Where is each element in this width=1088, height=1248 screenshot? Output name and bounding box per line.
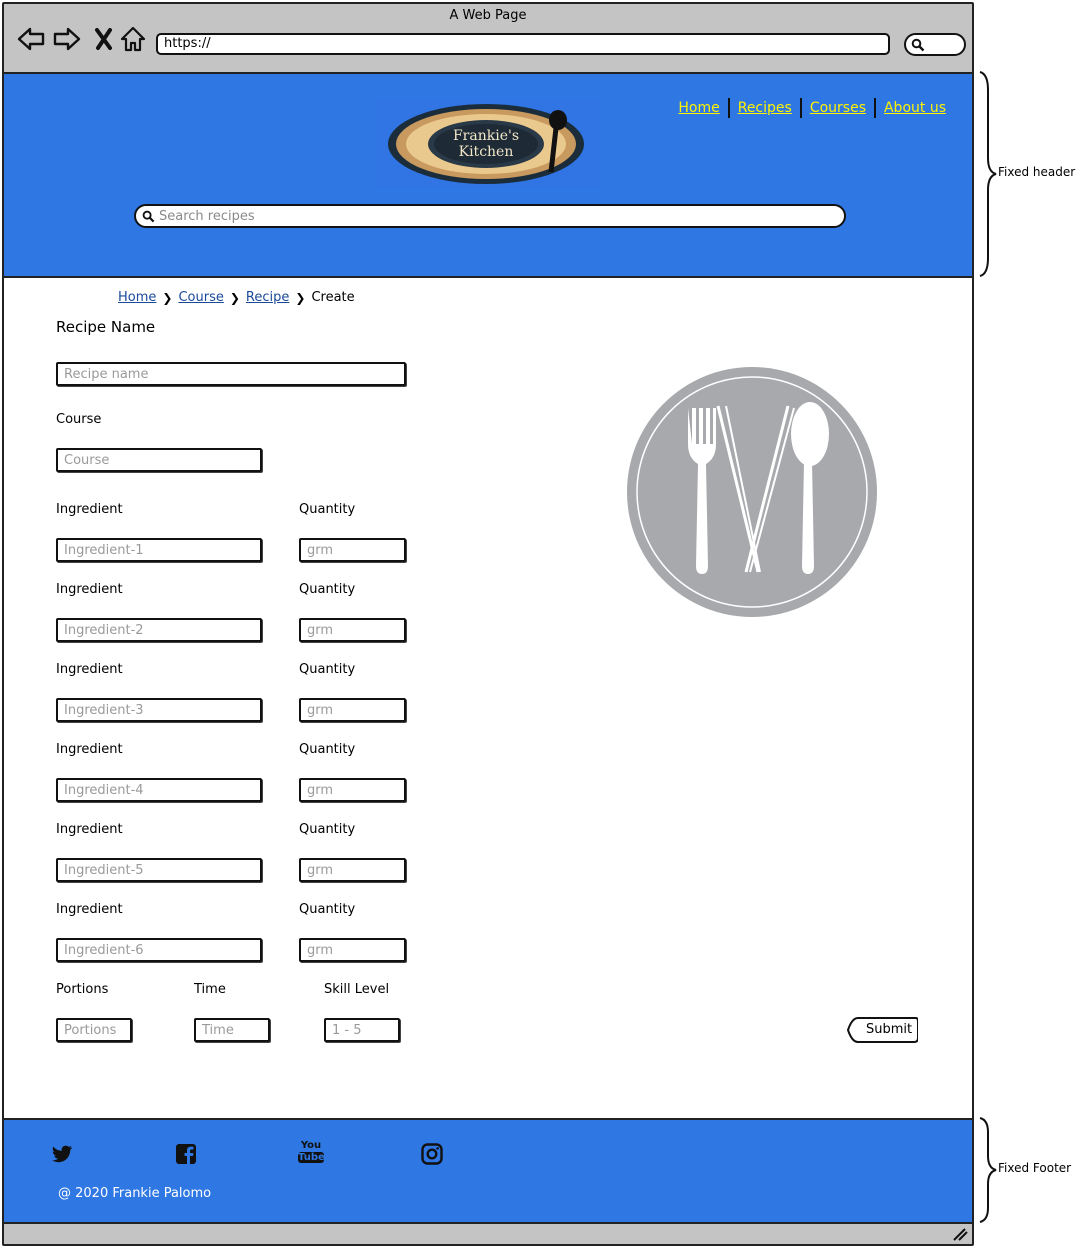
ingredient-3-input[interactable]: Ingredient-3 — [56, 698, 262, 722]
home-icon[interactable] — [118, 24, 148, 54]
course-label: Course — [56, 412, 102, 427]
browser-statusbar — [4, 1224, 972, 1244]
submit-button-label[interactable]: Submit — [866, 1022, 912, 1037]
youtube-icon-text: Tube — [298, 1152, 325, 1163]
breadcrumb-recipe-link[interactable]: Recipe — [246, 290, 289, 305]
site-footer: You Tube @ 2020 Frankie Palomo — [4, 1118, 972, 1224]
nav-recipes-link[interactable]: Recipes — [730, 100, 800, 116]
header-brace — [979, 71, 997, 277]
course-input[interactable]: Course — [56, 448, 262, 472]
recipe-search-input[interactable]: Search recipes — [134, 204, 846, 228]
portions-label: Portions — [56, 982, 109, 997]
nav-courses-link[interactable]: Courses — [802, 100, 874, 116]
top-nav: Home Recipes Courses About us — [670, 98, 954, 118]
ingredient-label: Ingredient — [56, 742, 123, 757]
youtube-icon[interactable]: You Tube — [298, 1140, 325, 1168]
instagram-icon[interactable] — [420, 1142, 444, 1166]
skill-level-label: Skill Level — [324, 982, 390, 997]
chevron-right-icon: ❯ — [162, 290, 173, 305]
chevron-right-icon: ❯ — [229, 290, 240, 305]
breadcrumb-course-link[interactable]: Course — [178, 290, 223, 305]
quantity-3-input[interactable]: grm — [299, 698, 406, 722]
header-annotation: Fixed header — [998, 165, 1076, 179]
back-arrow-icon[interactable] — [16, 24, 46, 54]
recipe-name-input[interactable]: Recipe name — [56, 362, 406, 386]
quantity-label: Quantity — [299, 902, 356, 917]
time-input[interactable]: Time — [194, 1018, 270, 1042]
time-label: Time — [194, 982, 226, 997]
nav-about-link[interactable]: About us — [876, 100, 954, 116]
search-icon — [142, 210, 155, 222]
quantity-4-input[interactable]: grm — [299, 778, 406, 802]
chevron-right-icon: ❯ — [295, 290, 306, 305]
ingredient-4-input[interactable]: Ingredient-4 — [56, 778, 262, 802]
ingredient-label: Ingredient — [56, 582, 123, 597]
quantity-2-input[interactable]: grm — [299, 618, 406, 642]
portions-input[interactable]: Portions — [56, 1018, 132, 1042]
browser-toolbar: A Web Page https:// — [4, 4, 972, 74]
ingredient-label: Ingredient — [56, 502, 123, 517]
search-icon — [911, 37, 925, 56]
logo-text: Frankie's — [453, 128, 519, 144]
breadcrumb-current: Create — [311, 290, 355, 305]
quantity-6-input[interactable]: grm — [299, 938, 406, 962]
cutlery-image — [627, 367, 877, 617]
window-title: A Web Page — [449, 8, 527, 23]
ingredient-label: Ingredient — [56, 822, 123, 837]
ingredient-6-input[interactable]: Ingredient-6 — [56, 938, 262, 962]
skill-level-input[interactable]: 1 - 5 — [324, 1018, 400, 1042]
nav-home-link[interactable]: Home — [670, 100, 727, 116]
quantity-label: Quantity — [299, 502, 356, 517]
resize-handle-icon[interactable] — [952, 1227, 968, 1241]
close-icon[interactable] — [90, 24, 120, 54]
footer-brace — [979, 1117, 997, 1223]
forward-arrow-icon[interactable] — [52, 24, 82, 54]
logo[interactable]: Frankie's Kitchen — [376, 98, 600, 186]
main-content: Home ❯ Course ❯ Recipe ❯ Create Recipe N… — [4, 278, 972, 1118]
quantity-label: Quantity — [299, 742, 356, 757]
svg-text:Kitchen: Kitchen — [459, 144, 514, 160]
ingredient-5-input[interactable]: Ingredient-5 — [56, 858, 262, 882]
facebook-icon[interactable] — [174, 1142, 198, 1166]
ingredient-label: Ingredient — [56, 902, 123, 917]
site-header: Frankie's Kitchen Home Recipes Courses A… — [4, 74, 972, 278]
url-bar[interactable]: https:// — [156, 33, 890, 55]
breadcrumb: Home ❯ Course ❯ Recipe ❯ Create — [118, 290, 355, 305]
quantity-1-input[interactable]: grm — [299, 538, 406, 562]
quantity-label: Quantity — [299, 582, 356, 597]
quantity-5-input[interactable]: grm — [299, 858, 406, 882]
browser-search-field[interactable] — [904, 33, 966, 56]
youtube-icon-text: You — [300, 1140, 322, 1151]
quantity-label: Quantity — [299, 822, 356, 837]
ingredient-1-input[interactable]: Ingredient-1 — [56, 538, 262, 562]
recipe-name-label: Recipe Name — [56, 318, 156, 336]
ingredient-label: Ingredient — [56, 662, 123, 677]
footer-annotation: Fixed Footer — [998, 1161, 1072, 1175]
twitter-icon[interactable] — [50, 1142, 74, 1166]
quantity-label: Quantity — [299, 662, 356, 677]
copyright-text: @ 2020 Frankie Palomo — [58, 1186, 212, 1201]
ingredient-2-input[interactable]: Ingredient-2 — [56, 618, 262, 642]
breadcrumb-home-link[interactable]: Home — [118, 290, 156, 305]
browser-window: A Web Page https:// Frankie's Kitchen Ho… — [2, 2, 974, 1246]
search-placeholder: Search recipes — [159, 208, 255, 224]
